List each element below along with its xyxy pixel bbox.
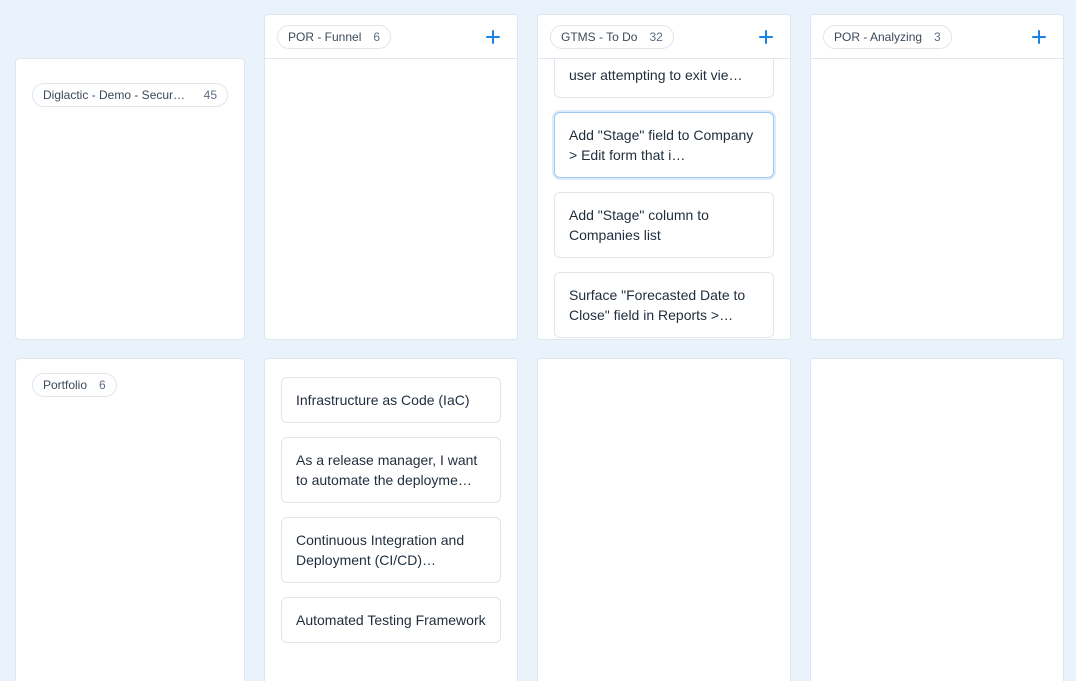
project-count: 32	[649, 29, 662, 45]
card-item[interactable]: Automated Testing Framework	[281, 597, 501, 643]
project-count: 45	[204, 87, 217, 103]
card-title: Infrastructure as Code (IaC)	[296, 392, 470, 408]
panel-gtms-todo[interactable]: GTMS - To Do 32 user attempting to exit …	[537, 14, 791, 340]
project-label: Diglactic - Demo - Secure Paym…	[43, 87, 192, 103]
project-label: POR - Funnel	[288, 29, 361, 45]
panel-col2-bottom[interactable]: Infrastructure as Code (IaC) As a releas…	[264, 358, 518, 681]
project-label: GTMS - To Do	[561, 29, 637, 45]
panel-header-por-funnel: POR - Funnel 6	[265, 15, 517, 59]
card-item[interactable]: Add "Stage" field to Company > Edit form…	[554, 112, 774, 178]
panel-col4-bottom[interactable]	[810, 358, 1064, 681]
card-item[interactable]: Surface "Forecasted Date to Close" field…	[554, 272, 774, 338]
project-label: POR - Analyzing	[834, 29, 922, 45]
project-count: 3	[934, 29, 941, 45]
project-pill-por-analyzing[interactable]: POR - Analyzing 3	[823, 25, 952, 49]
project-pill-gtms[interactable]: GTMS - To Do 32	[550, 25, 674, 49]
card-title: Add "Stage" field to Company > Edit form…	[569, 127, 753, 163]
panel-por-analyzing[interactable]: POR - Analyzing 3	[810, 14, 1064, 340]
panel-header-por-analyzing: POR - Analyzing 3	[811, 15, 1063, 59]
project-pill-portfolio[interactable]: Portfolio 6	[32, 373, 117, 397]
card-title: user attempting to exit vie…	[569, 67, 743, 83]
plus-icon	[1031, 29, 1047, 45]
add-card-button[interactable]	[754, 25, 778, 49]
panel-header-gtms: GTMS - To Do 32	[538, 15, 790, 59]
card-title: Surface "Forecasted Date to Close" field…	[569, 287, 745, 323]
panel-header-diglactic: Diglactic - Demo - Secure Paym… 45	[16, 59, 244, 119]
add-card-button[interactable]	[481, 25, 505, 49]
card-item[interactable]: Infrastructure as Code (IaC)	[281, 377, 501, 423]
card-item[interactable]: Add "Stage" column to Companies list	[554, 192, 774, 258]
card-item[interactable]: user attempting to exit vie…	[554, 59, 774, 98]
card-title: Add "Stage" column to Companies list	[569, 207, 709, 243]
plus-icon	[758, 29, 774, 45]
project-pill-diglactic[interactable]: Diglactic - Demo - Secure Paym… 45	[32, 83, 228, 107]
card-item[interactable]: As a release manager, I want to automate…	[281, 437, 501, 503]
plus-icon	[485, 29, 501, 45]
add-card-button[interactable]	[1027, 25, 1051, 49]
card-title: Automated Testing Framework	[296, 612, 486, 628]
project-label: Portfolio	[43, 377, 87, 393]
panel-diglactic[interactable]: Diglactic - Demo - Secure Paym… 45	[15, 58, 245, 340]
project-count: 6	[373, 29, 380, 45]
card-title: As a release manager, I want to automate…	[296, 452, 477, 488]
card-list: user attempting to exit vie… Add "Stage"…	[538, 59, 790, 338]
card-item[interactable]: Continuous Integration and Deployment (C…	[281, 517, 501, 583]
project-count: 6	[99, 377, 106, 393]
panel-por-funnel[interactable]: POR - Funnel 6	[264, 14, 518, 340]
card-list: Infrastructure as Code (IaC) As a releas…	[265, 359, 517, 643]
project-pill-por-funnel[interactable]: POR - Funnel 6	[277, 25, 391, 49]
panel-header-portfolio: Portfolio 6	[16, 359, 244, 409]
card-title: Continuous Integration and Deployment (C…	[296, 532, 464, 568]
panel-portfolio[interactable]: Portfolio 6	[15, 358, 245, 681]
kanban-board: Diglactic - Demo - Secure Paym… 45 POR -…	[0, 0, 1076, 681]
panel-col3-bottom[interactable]	[537, 358, 791, 681]
